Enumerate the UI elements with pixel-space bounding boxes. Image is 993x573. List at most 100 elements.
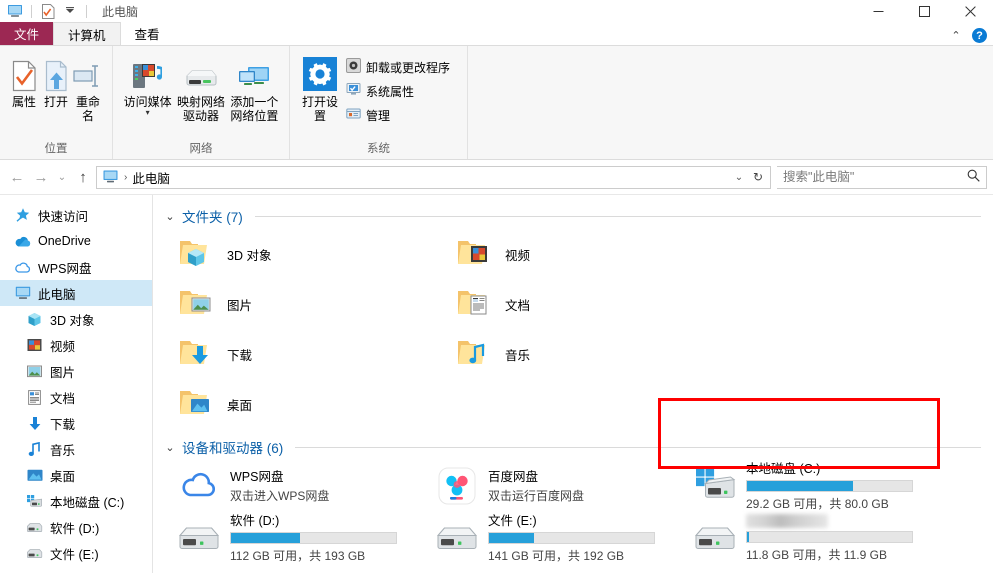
access-media-caret-icon[interactable]: ▾ bbox=[146, 109, 150, 117]
properties-button[interactable]: 属性 bbox=[8, 52, 40, 109]
collapse-ribbon-icon[interactable]: ⌃ bbox=[950, 30, 962, 42]
minimize-button[interactable] bbox=[855, 0, 901, 22]
pictures-folder-icon bbox=[177, 283, 217, 325]
manage-button[interactable]: 管理 bbox=[342, 105, 454, 125]
chevron-down-icon[interactable]: ⌄ bbox=[163, 210, 177, 223]
list-item[interactable]: 桌面 bbox=[163, 379, 441, 429]
breadcrumb-this-pc[interactable]: 此电脑 bbox=[132, 168, 170, 187]
device-info: 软件 (D:) 112 GB 可用，共 193 GB bbox=[230, 513, 397, 564]
sidebar-item-onedrive[interactable]: OneDrive bbox=[0, 228, 152, 254]
recent-locations-button[interactable]: ⌄ bbox=[54, 166, 70, 188]
device-name: WPS网盘 bbox=[230, 469, 284, 484]
access-media-label: 访问媒体 bbox=[123, 95, 172, 109]
list-item[interactable]: 视频 bbox=[441, 229, 719, 279]
list-item[interactable]: 音乐 bbox=[441, 329, 719, 379]
list-item[interactable]: 软件 (D:) 112 GB 可用，共 193 GB bbox=[163, 512, 421, 564]
qat-divider bbox=[31, 4, 32, 18]
tab-computer[interactable]: 计算机 bbox=[53, 22, 121, 45]
list-item[interactable]: 百度网盘 双击运行百度网盘 bbox=[421, 460, 679, 512]
manage-label: 管理 bbox=[366, 108, 391, 123]
open-settings-button[interactable]: 打开设置 bbox=[298, 52, 342, 123]
sidebar-item-3d-objects[interactable]: 3D 对象 bbox=[0, 306, 152, 332]
forward-button[interactable]: → bbox=[30, 166, 52, 188]
sidebar-item-label: 音乐 bbox=[50, 443, 76, 458]
list-item[interactable]: WPS网盘 双击进入WPS网盘 bbox=[163, 460, 421, 512]
list-item[interactable]: 11.8 GB 可用，共 11.9 GB bbox=[679, 512, 937, 564]
list-item[interactable]: 图片 bbox=[163, 279, 441, 329]
search-input[interactable] bbox=[783, 170, 980, 184]
sidebar-item-label: WPS网盘 bbox=[38, 261, 92, 276]
system-properties-button[interactable]: 系统属性 bbox=[342, 81, 454, 101]
refresh-icon[interactable]: ↻ bbox=[749, 170, 767, 184]
dropdown-icon[interactable] bbox=[61, 2, 79, 20]
sidebar-item-pictures[interactable]: 图片 bbox=[0, 358, 152, 384]
navigation-pane: 快速访问 OneDrive WPS网盘 此电脑 3D 对象 视频 图片 文档 下… bbox=[0, 195, 153, 573]
list-item[interactable]: 文件 (E:) 141 GB 可用，共 192 GB bbox=[421, 512, 679, 564]
folder-name: 视频 bbox=[505, 248, 531, 263]
capacity-bar bbox=[230, 531, 397, 544]
3d-objects-folder-icon bbox=[177, 233, 217, 275]
wps-cloud-icon bbox=[177, 466, 221, 506]
list-item[interactable]: 下载 bbox=[163, 329, 441, 379]
list-item[interactable]: 3D 对象 bbox=[163, 229, 441, 279]
device-name: 软件 (D:) bbox=[230, 513, 280, 528]
caption-buttons bbox=[855, 0, 993, 22]
sidebar-item-wps-cloud[interactable]: WPS网盘 bbox=[0, 254, 152, 280]
folder-name: 音乐 bbox=[505, 348, 531, 363]
drive-icon bbox=[26, 545, 43, 562]
sidebar-item-music[interactable]: 音乐 bbox=[0, 436, 152, 462]
search-box[interactable] bbox=[777, 165, 987, 189]
content-pane: ⌄ 文件夹 (7) 3D 对象 视频 图片 文档 下载 音乐 桌面 ⌄ 设备和驱… bbox=[153, 195, 993, 573]
capacity-text: 29.2 GB 可用，共 80.0 GB bbox=[746, 496, 889, 511]
devices-section-header[interactable]: ⌄ 设备和驱动器 (6) bbox=[163, 436, 993, 458]
rename-button[interactable]: 重命名 bbox=[72, 52, 104, 123]
address-dropdown-icon[interactable]: ⌄ bbox=[730, 172, 748, 183]
breadcrumb-separator[interactable]: › bbox=[124, 172, 127, 183]
up-button[interactable]: ↑ bbox=[72, 166, 94, 188]
list-item[interactable]: 文档 bbox=[441, 279, 719, 329]
properties-icon[interactable] bbox=[39, 2, 57, 20]
sidebar-item-downloads[interactable]: 下载 bbox=[0, 410, 152, 436]
maximize-button[interactable] bbox=[901, 0, 947, 22]
qat-divider-2 bbox=[86, 4, 87, 18]
sidebar-item-local-disk-c[interactable]: 本地磁盘 (C:) bbox=[0, 488, 152, 514]
help-icon[interactable]: ? bbox=[972, 28, 987, 43]
section-divider bbox=[254, 215, 981, 217]
list-item[interactable]: 本地磁盘 (C:) 29.2 GB 可用，共 80.0 GB bbox=[679, 460, 937, 512]
add-network-location-button[interactable]: 添加一个网络位置 bbox=[228, 52, 281, 123]
pictures-icon bbox=[26, 363, 43, 380]
tab-file[interactable]: 文件 bbox=[0, 22, 54, 45]
this-pc-icon[interactable] bbox=[6, 2, 24, 20]
desktop-icon bbox=[26, 467, 43, 484]
sidebar-item-desktop[interactable]: 桌面 bbox=[0, 462, 152, 488]
sidebar-item-documents[interactable]: 文档 bbox=[0, 384, 152, 410]
drive-icon bbox=[177, 518, 221, 558]
sidebar-item-quick-access[interactable]: 快速访问 bbox=[0, 202, 152, 228]
uninstall-program-button[interactable]: 卸载或更改程序 bbox=[342, 57, 454, 77]
folder-name: 文档 bbox=[505, 298, 531, 313]
back-button[interactable]: ← bbox=[6, 166, 28, 188]
tab-view[interactable]: 查看 bbox=[121, 22, 174, 45]
chevron-down-icon[interactable]: ⌄ bbox=[163, 441, 177, 454]
search-icon[interactable] bbox=[967, 169, 980, 185]
main-area: 快速访问 OneDrive WPS网盘 此电脑 3D 对象 视频 图片 文档 下… bbox=[0, 194, 993, 573]
folders-section-header[interactable]: ⌄ 文件夹 (7) bbox=[163, 205, 993, 227]
sidebar-item-drive-d[interactable]: 软件 (D:) bbox=[0, 514, 152, 540]
capacity-bar-fill bbox=[747, 480, 853, 491]
videos-icon bbox=[26, 337, 43, 354]
ribbon-group-network-label: 网络 bbox=[189, 143, 213, 155]
sidebar-item-this-pc[interactable]: 此电脑 bbox=[0, 280, 152, 306]
sidebar-item-videos[interactable]: 视频 bbox=[0, 332, 152, 358]
open-button[interactable]: 打开 bbox=[40, 52, 72, 109]
sidebar-item-label: 下载 bbox=[50, 417, 76, 432]
map-network-drive-button[interactable]: 映射网络驱动器 bbox=[174, 52, 227, 123]
access-media-button[interactable]: 访问媒体 ▾ bbox=[121, 52, 174, 117]
sidebar-item-label: 3D 对象 bbox=[50, 313, 95, 328]
sidebar-item-label: 本地磁盘 (C:) bbox=[50, 495, 125, 510]
address-input[interactable]: › 此电脑 ⌄ ↻ bbox=[96, 165, 771, 189]
folder-name: 图片 bbox=[227, 298, 253, 313]
address-bar: ← → ⌄ ↑ › 此电脑 ⌄ ↻ bbox=[0, 160, 993, 194]
sidebar-item-drive-e[interactable]: 文件 (E:) bbox=[0, 540, 152, 566]
close-button[interactable] bbox=[947, 0, 993, 22]
capacity-text: 141 GB 可用，共 192 GB bbox=[488, 548, 625, 563]
